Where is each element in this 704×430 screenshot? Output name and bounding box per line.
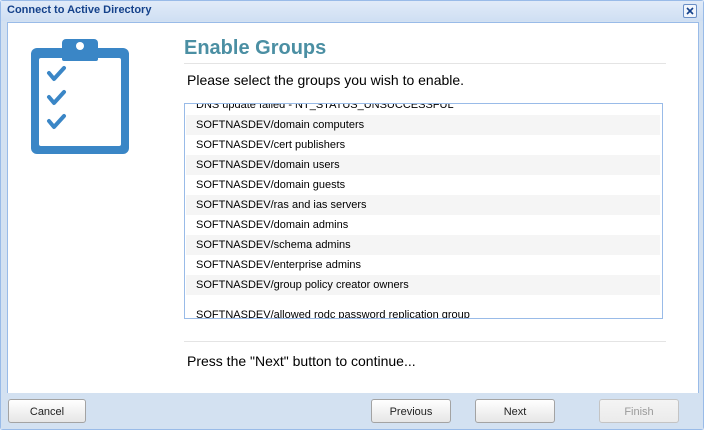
next-button[interactable]: Next xyxy=(475,399,555,423)
group-item[interactable]: SOFTNASDEV/domain guests xyxy=(186,175,660,195)
group-item[interactable]: SOFTNASDEV/ras and ias servers xyxy=(186,195,660,215)
group-item[interactable]: SOFTNASDEV/group policy creator owners xyxy=(186,275,660,295)
groups-listbox[interactable]: DNS update failed - NT_STATUS_UNSUCCESSF… xyxy=(184,103,663,319)
dialog-body: Enable Groups Please select the groups y… xyxy=(7,22,699,394)
group-item[interactable]: SOFTNASDEV/domain users xyxy=(186,155,660,175)
group-item[interactable]: SOFTNASDEV/cert publishers xyxy=(186,135,660,155)
dialog-window: Connect to Active Directory Enable Group… xyxy=(0,0,704,430)
close-button[interactable] xyxy=(683,4,697,18)
button-bar: Cancel Previous Next Finish xyxy=(1,393,703,429)
group-item[interactable]: SOFTNASDEV/domain computers xyxy=(186,115,660,135)
continue-hint: Press the "Next" button to continue... xyxy=(187,353,416,369)
divider xyxy=(184,63,666,64)
previous-button[interactable]: Previous xyxy=(371,399,451,423)
window-title: Connect to Active Directory xyxy=(7,4,152,16)
cancel-button[interactable]: Cancel xyxy=(8,399,86,423)
title-bar[interactable]: Connect to Active Directory xyxy=(1,1,703,21)
group-item[interactable]: SOFTNASDEV/schema admins xyxy=(186,235,660,255)
group-item[interactable]: SOFTNASDEV/allowed rodc password replica… xyxy=(186,305,660,318)
finish-button[interactable]: Finish xyxy=(599,399,679,423)
instruction-text: Please select the groups you wish to ena… xyxy=(187,72,465,88)
page-title: Enable Groups xyxy=(184,37,327,59)
group-item[interactable]: SOFTNASDEV/domain admins xyxy=(186,215,660,235)
group-item[interactable]: SOFTNASDEV/enterprise admins xyxy=(186,255,660,275)
close-icon xyxy=(686,7,694,15)
divider xyxy=(184,341,666,342)
group-item[interactable]: DNS update failed - NT_STATUS_UNSUCCESSF… xyxy=(186,104,660,115)
clipboard-checklist-icon xyxy=(31,39,129,154)
